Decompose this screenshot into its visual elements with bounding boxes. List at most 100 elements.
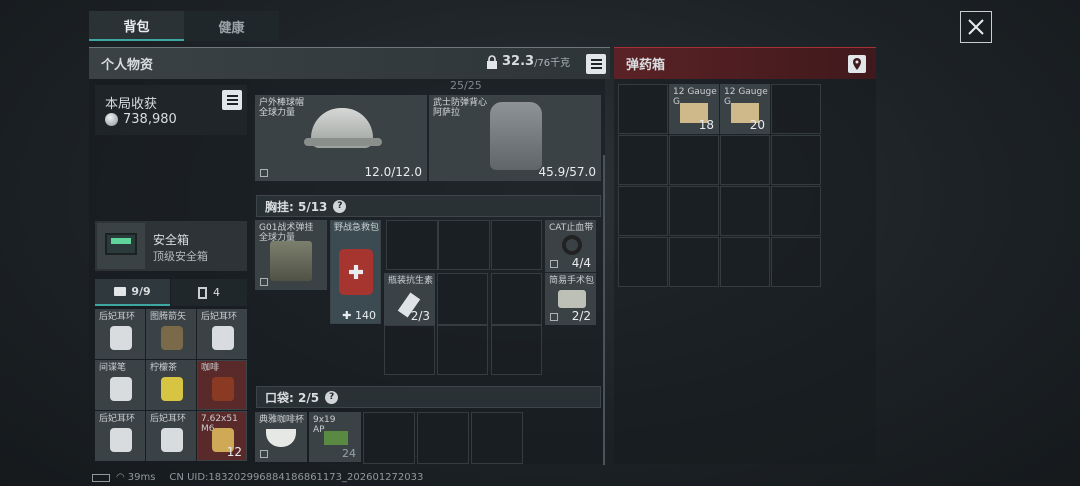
personal-header: 个人物资 32.3 /76千克 [89, 47, 610, 79]
weight-display: 32.3 /76千克 [486, 54, 570, 69]
tab-backpack[interactable]: 背包 [89, 11, 184, 41]
empty-slot[interactable] [491, 220, 542, 270]
empty-slot[interactable] [437, 325, 488, 375]
empty-slot[interactable] [437, 273, 488, 325]
secure-item-name: 后妃耳环 [99, 312, 136, 322]
secure-item[interactable]: 后妃耳环 [197, 309, 247, 359]
ammo-9x19-count: 24 [342, 447, 356, 460]
ammo-box-slot[interactable] [618, 84, 668, 134]
chest-rig-header: 胸挂: 5/13? [256, 195, 601, 217]
sort-list-button[interactable] [586, 54, 606, 74]
ammo-12gauge-count: 18 [698, 118, 714, 132]
battery-icon [92, 473, 110, 482]
helmet-slot[interactable]: 户外棒球帽 全球力量 12.0/12.0 [255, 95, 427, 181]
secure-item-name: 后妃耳环 [201, 312, 238, 322]
ammo-9x19-item[interactable]: 9x19 AP 24 [309, 412, 361, 462]
location-button[interactable] [848, 55, 866, 73]
secure-item[interactable]: 后妃耳环 [146, 411, 196, 461]
location-pin-icon [853, 58, 861, 70]
plus-icon: ✚ [342, 309, 355, 322]
surgery-kit-image [558, 290, 586, 308]
coffee-cup-item[interactable]: 典雅咖啡杯 [255, 412, 307, 462]
chest-rig-label: 胸挂: 5/13 [265, 199, 328, 214]
ammo-box-slot[interactable] [771, 237, 821, 287]
ammo-box-slot[interactable] [669, 135, 719, 185]
ammo-box-slot[interactable] [669, 237, 719, 287]
scroll-counter: 25/25 [450, 79, 482, 92]
tab-key-items[interactable]: 4 [171, 279, 247, 306]
secure-item[interactable]: 后妃耳环 [95, 411, 145, 461]
tab-secure-items[interactable]: 9/9 [95, 279, 170, 306]
ammo-box-slot[interactable] [771, 135, 821, 185]
coffee-cup-image [266, 429, 296, 447]
earnings-list-button[interactable] [222, 90, 242, 110]
empty-slot[interactable] [384, 325, 435, 375]
secure-item-image [212, 326, 234, 350]
earnings-value: 738,980 [123, 112, 177, 127]
ammo-box-slot[interactable] [669, 186, 719, 236]
chest-rig-name: G01战术弹挂 全球力量 [259, 223, 314, 243]
safe-box-name: 安全箱 [153, 233, 190, 247]
ammo-box-slot[interactable] [618, 186, 668, 236]
secure-item-name: 后妃耳环 [99, 414, 136, 424]
surgery-kit-item[interactable]: 简易手术包 2/2 [545, 273, 596, 325]
player-uid: CN UID:183202996884186861173_20260127203… [169, 472, 424, 483]
ammo-box-slot[interactable] [771, 84, 821, 134]
personal-title: 个人物资 [101, 58, 154, 73]
surgery-kit-name: 简易手术包 [549, 276, 595, 286]
empty-slot[interactable] [417, 412, 469, 464]
secure-item[interactable]: 后妃耳环 [95, 309, 145, 359]
empty-slot[interactable] [491, 325, 542, 375]
secure-item[interactable]: 7.62x51 M6 12 [197, 411, 247, 461]
tourniquet-image [562, 235, 582, 255]
grid-divider [437, 220, 439, 270]
keycard-icon [198, 286, 207, 299]
safe-box[interactable]: 安全箱 顶级安全箱 [95, 221, 247, 271]
secure-item-name: 咖啡 [201, 363, 220, 373]
ammo-box-slot[interactable] [618, 237, 668, 287]
close-button[interactable] [960, 11, 992, 43]
secure-item-image [161, 377, 183, 401]
weight-max: /76千克 [534, 58, 571, 69]
lock-slot-icon [550, 260, 558, 268]
ammo-12gauge-count: 20 [749, 118, 765, 132]
help-icon[interactable]: ? [333, 199, 347, 213]
safe-box-type: 顶级安全箱 [153, 250, 208, 263]
scrollbar[interactable] [603, 155, 605, 465]
empty-slot[interactable] [471, 412, 523, 464]
first-aid-kit-value: 140 [355, 309, 376, 322]
secure-item[interactable]: 图腾箭矢 [146, 309, 196, 359]
secure-item[interactable]: 咖啡 [197, 360, 247, 410]
coffee-cup-name: 典雅咖啡杯 [259, 415, 305, 425]
ammo-box-header: 弹药箱 [614, 47, 876, 79]
help-icon[interactable]: ? [325, 390, 339, 404]
helmet-name: 户外棒球帽 全球力量 [259, 98, 305, 118]
wifi-icon: ◠ [116, 472, 125, 483]
armor-slot[interactable]: 武士防弹背心 阿萨拉 45.9/57.0 [429, 95, 601, 181]
ammo-box-slot[interactable] [720, 186, 770, 236]
lock-icon [487, 54, 497, 69]
antibiotic-item[interactable]: 瓶装抗生素 2/3 [384, 273, 435, 325]
secure-item-name: 柠檬茶 [150, 363, 178, 373]
secure-item[interactable]: 柠檬茶 [146, 360, 196, 410]
secure-item-count: 12 [226, 445, 242, 459]
ammo-box-slot[interactable] [720, 237, 770, 287]
chest-rig-image [270, 241, 312, 281]
secure-item-image [110, 326, 132, 350]
earnings-label: 本局收获 [105, 97, 158, 112]
secure-item[interactable]: 间谍笔 [95, 360, 145, 410]
ammo-12gauge-item[interactable]: 12 Gauge G 20 [720, 84, 770, 134]
ammo-box-slot[interactable] [618, 135, 668, 185]
ammo-12gauge-item[interactable]: 12 Gauge G 18 [669, 84, 719, 134]
antibiotic-name: 瓶装抗生素 [388, 276, 434, 286]
empty-slot[interactable] [363, 412, 415, 464]
chest-rig-slot[interactable]: G01战术弹挂 全球力量 [255, 220, 327, 290]
secure-items-count: 9/9 [131, 285, 151, 298]
antibiotic-count: 2/3 [410, 309, 430, 323]
tourniquet-item[interactable]: CAT止血带 4/4 [545, 220, 596, 272]
tab-health[interactable]: 健康 [184, 11, 279, 41]
ammo-box-slot[interactable] [720, 135, 770, 185]
ammo-box-slot[interactable] [771, 186, 821, 236]
first-aid-kit[interactable]: 野战急救包 ✚ 140 [330, 220, 381, 324]
empty-slot[interactable] [491, 273, 542, 325]
